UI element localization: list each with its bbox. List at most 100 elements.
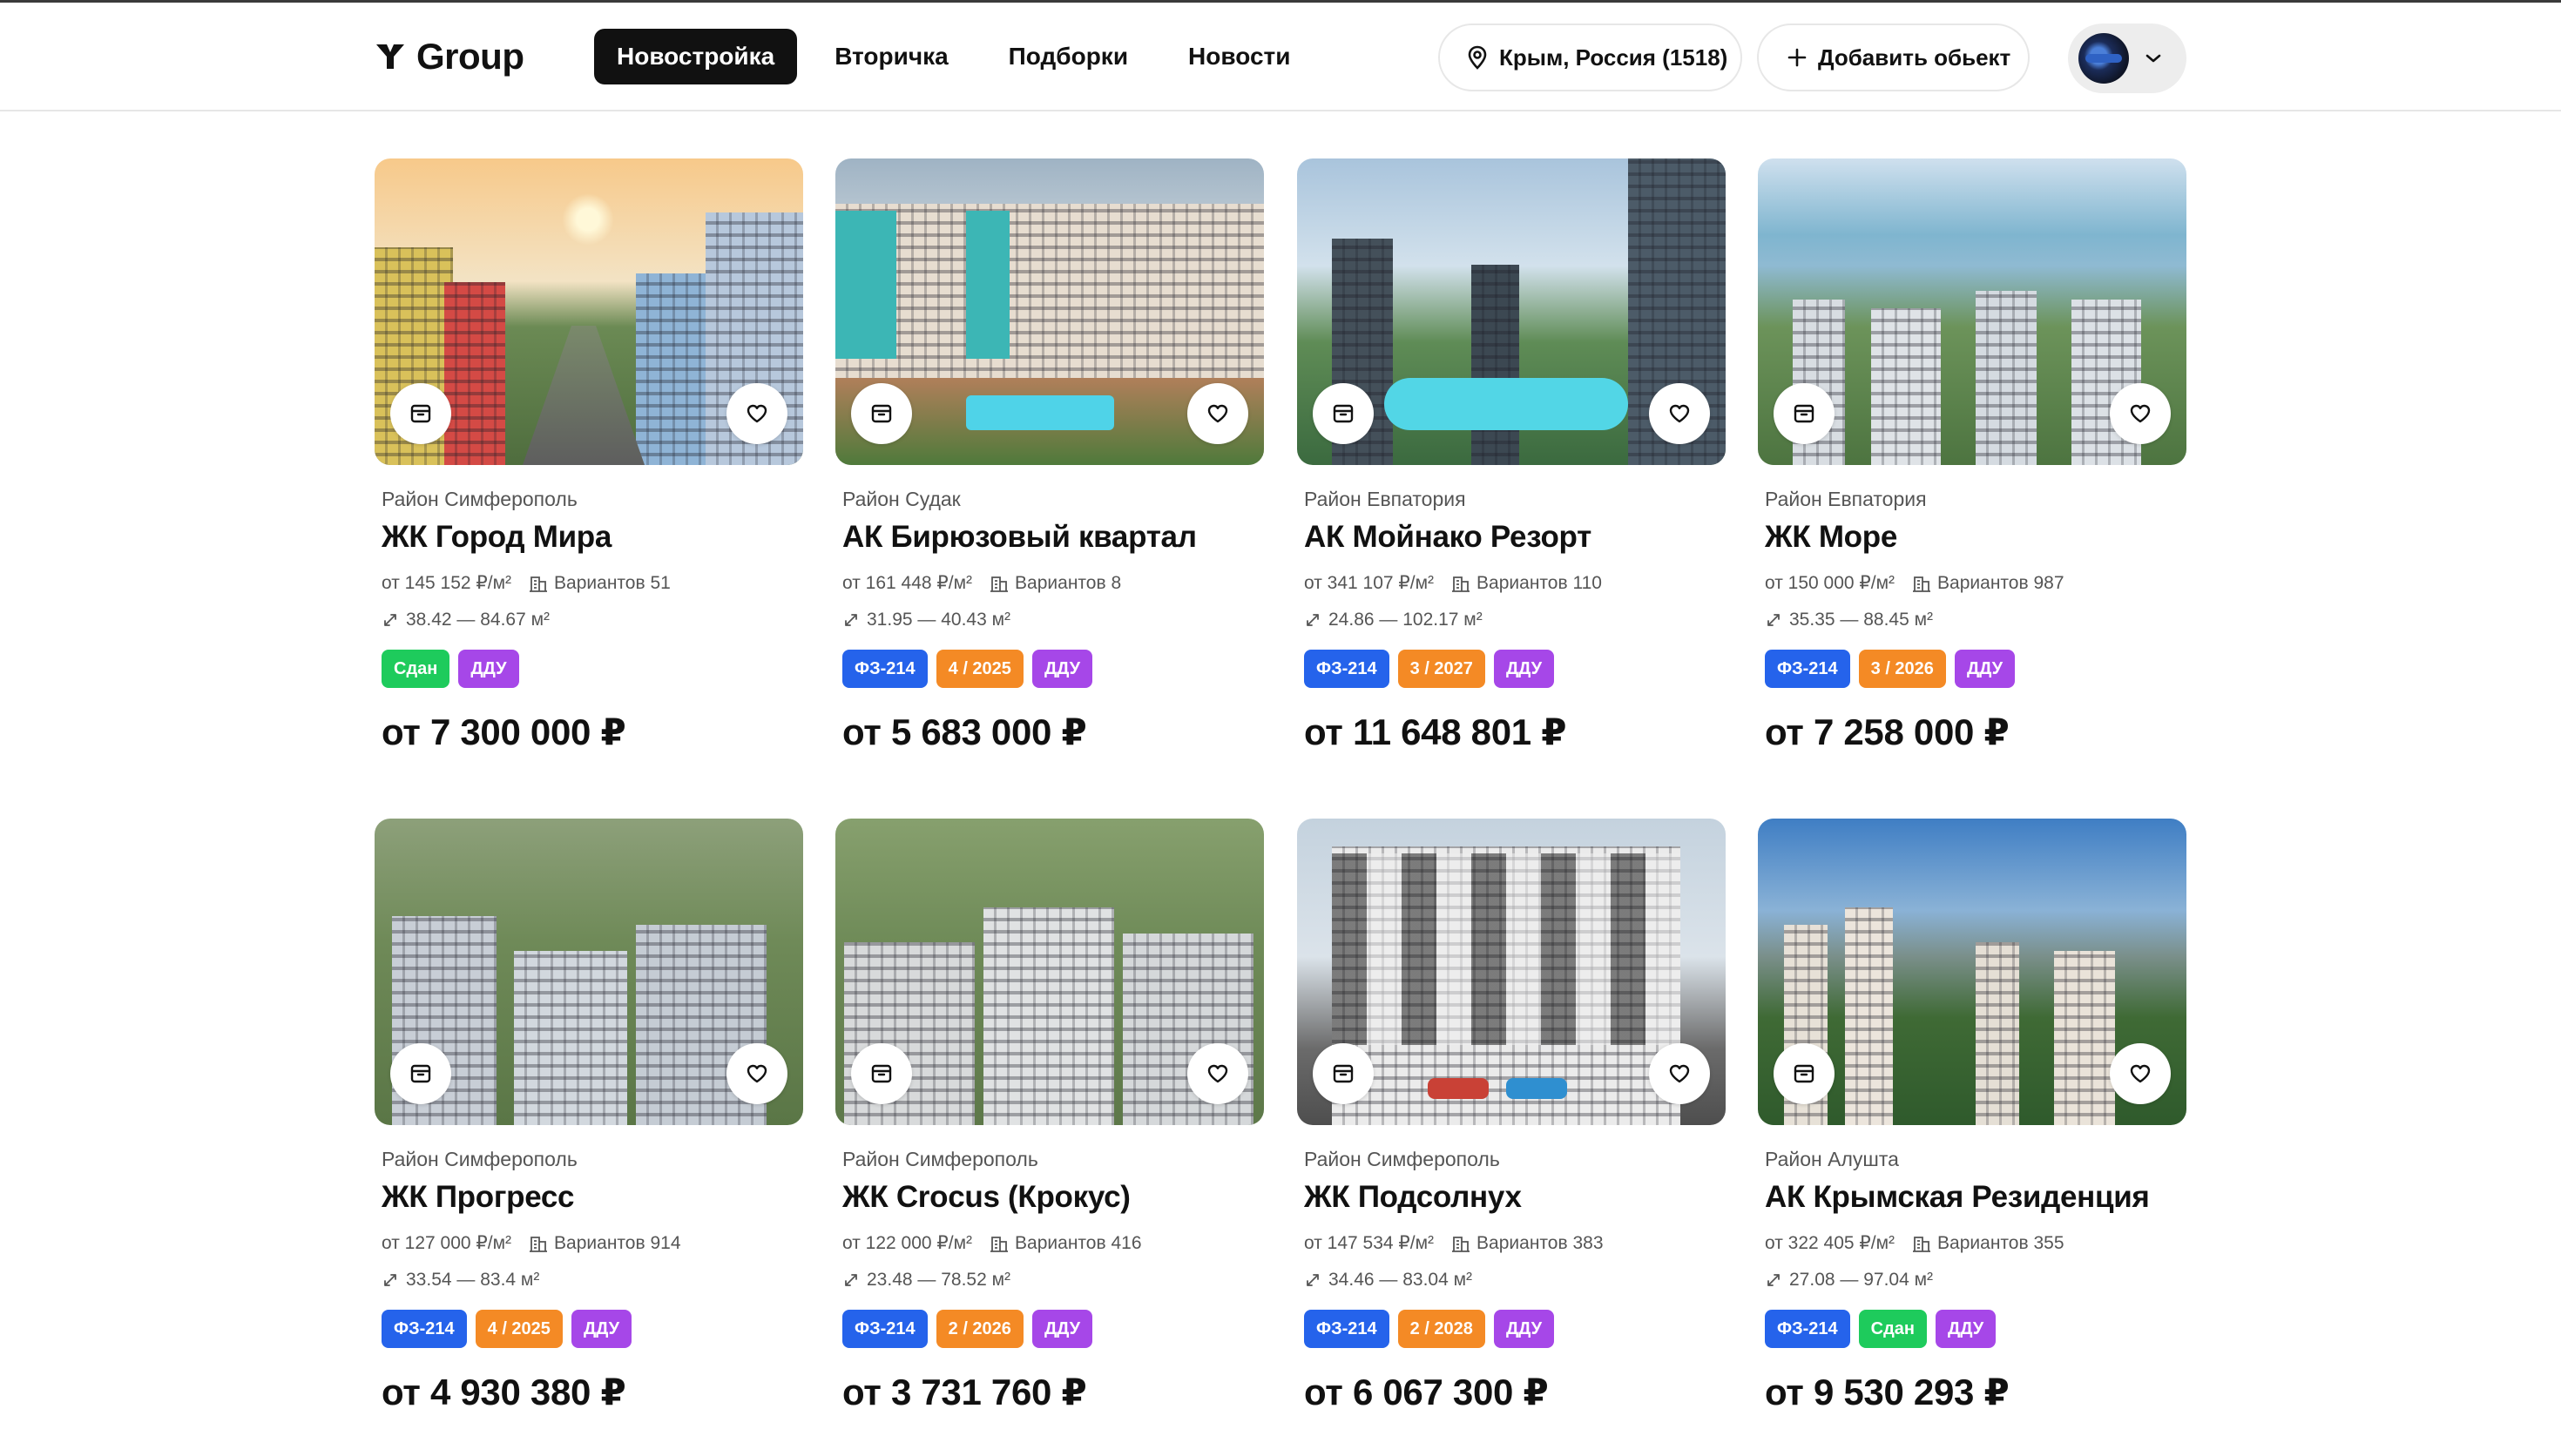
variants-count: Вариантов 355 [1937,1232,2064,1253]
variants-count: Вариантов 110 [1476,572,1602,593]
nav-item-podborki[interactable]: Подборки [986,29,1151,84]
resize-arrows-icon [842,611,860,629]
photo-facade-accent [1332,853,1680,1045]
status-badge: ДДУ [1031,650,1093,688]
region-selector-button[interactable]: Крым, Россия (1518) [1438,24,1742,91]
region-label: Крым, Россия (1518) [1499,44,1728,71]
favorite-button[interactable] [1649,1043,1710,1104]
badge-row: ФЗ-214 Сдан ДДУ [1758,1310,2186,1348]
variants-count: Вариантов 987 [1937,572,2064,593]
card-title[interactable]: АК Крымская Резиденция [1758,1180,2186,1215]
listing-card[interactable]: Район Симферополь ЖК Crocus (Крокус) от … [835,819,1264,1413]
photo-sun [562,193,614,246]
status-badge: ФЗ-214 [382,1310,467,1348]
box-archive-icon [410,404,431,423]
compare-button[interactable] [1774,1043,1835,1104]
listing-photo[interactable] [375,819,803,1125]
card-title[interactable]: АК Бирюзовый квартал [835,520,1264,555]
card-district: Район Судак [842,488,961,510]
listing-photo[interactable] [1297,158,1726,465]
profile-menu-button[interactable] [2068,24,2186,93]
listing-photo[interactable] [1758,819,2186,1125]
card-price: от 6 067 300 ₽ [1304,1372,1549,1412]
listing-card[interactable]: Район Симферополь ЖК Город Мира от 145 1… [375,158,803,753]
logo-mark-icon [376,44,404,69]
card-title[interactable]: АК Мойнако Резорт [1297,520,1726,555]
photo-building [1845,907,1893,1125]
location-pin-icon [1468,45,1487,70]
badge-row: ФЗ-214 4 / 2025 ДДУ [835,650,1264,688]
favorite-button[interactable] [726,1043,787,1104]
logo[interactable]: Group [375,32,524,81]
favorite-button[interactable] [2110,1043,2171,1104]
photo-building [444,282,505,465]
main-nav: Новостройка Вторичка Подборки Новости [594,29,1328,84]
listing-photo[interactable] [1297,819,1726,1125]
card-meta: от 150 000 ₽/м² Вариантов 987 [1758,572,2186,594]
favorite-button[interactable] [1187,1043,1248,1104]
compare-button[interactable] [1774,383,1835,444]
status-badge: 3 / 2026 [1858,650,1946,688]
nav-item-novostroyka[interactable]: Новостройка [594,29,798,84]
listing-photo[interactable] [375,158,803,465]
building-icon [1451,574,1470,593]
status-badge: Сдан [1858,1310,1927,1348]
building-icon [990,1234,1009,1253]
listing-card[interactable]: Район Евпатория ЖК Море от 150 000 ₽/м² … [1758,158,2186,753]
price-per-m2: от 145 152 ₽/м² [382,573,512,593]
nav-item-novosti[interactable]: Новости [1166,29,1313,84]
badge-row: ФЗ-214 2 / 2028 ДДУ [1297,1310,1726,1348]
logo-text: Group [416,36,524,77]
heart-icon [747,1064,767,1083]
resize-arrows-icon [1765,611,1782,629]
card-area: 34.46 — 83.04 м² [1297,1270,1726,1291]
resize-arrows-icon [382,1271,399,1289]
status-badge: ФЗ-214 [1304,1310,1389,1348]
compare-button[interactable] [1313,1043,1374,1104]
listing-photo[interactable] [1758,158,2186,465]
status-badge: ДДУ [1031,1310,1093,1348]
listing-card[interactable]: Район Симферополь ЖК Подсолнух от 147 53… [1297,819,1726,1413]
card-area: 38.42 — 84.67 м² [375,610,803,630]
compare-button[interactable] [851,1043,912,1104]
resize-arrows-icon [382,611,399,629]
area-range: 38.42 — 84.67 м² [406,610,551,630]
listing-card[interactable]: Район Симферополь ЖК Прогресс от 127 000… [375,819,803,1413]
nav-item-vtorichka[interactable]: Вторичка [812,29,970,84]
compare-button[interactable] [390,383,451,444]
favorite-button[interactable] [726,383,787,444]
photo-building [2054,951,2115,1125]
box-archive-icon [1333,1064,1354,1083]
status-badge: ДДУ [1493,1310,1555,1348]
photo-building [983,907,1114,1125]
box-archive-icon [1333,404,1354,423]
status-badge: 4 / 2025 [936,650,1024,688]
compare-button[interactable] [1313,383,1374,444]
status-badge: Сдан [382,650,450,688]
compare-button[interactable] [851,383,912,444]
favorite-button[interactable] [2110,383,2171,444]
listing-card[interactable]: Район Евпатория АК Мойнако Резорт от 341… [1297,158,1726,753]
card-title[interactable]: ЖК Подсолнух [1297,1180,1726,1215]
favorite-button[interactable] [1187,383,1248,444]
listing-card[interactable]: Район Алушта АК Крымская Резиденция от 3… [1758,819,2186,1413]
price-per-m2: от 161 448 ₽/м² [842,573,973,593]
photo-building [1976,291,2037,465]
status-badge: ДДУ [1954,650,2016,688]
compare-button[interactable] [390,1043,451,1104]
listing-photo[interactable] [835,819,1264,1125]
card-meta: от 145 152 ₽/м² Вариантов 51 [375,572,803,594]
heart-icon [2130,1064,2151,1083]
card-title[interactable]: ЖК Прогресс [375,1180,803,1215]
card-price: от 11 648 801 ₽ [1304,711,1567,752]
card-title[interactable]: ЖК Crocus (Крокус) [835,1180,1264,1215]
badge-row: ФЗ-214 3 / 2027 ДДУ [1297,650,1726,688]
card-title[interactable]: ЖК Море [1758,520,2186,555]
listing-photo[interactable] [835,158,1264,465]
add-object-button[interactable]: Добавить обьект [1757,24,2030,91]
card-price: от 5 683 000 ₽ [842,711,1087,752]
listing-card[interactable]: Район Судак АК Бирюзовый квартал от 161 … [835,158,1264,753]
card-title[interactable]: ЖК Город Мира [375,520,803,555]
status-badge: 2 / 2028 [1397,1310,1485,1348]
favorite-button[interactable] [1649,383,1710,444]
